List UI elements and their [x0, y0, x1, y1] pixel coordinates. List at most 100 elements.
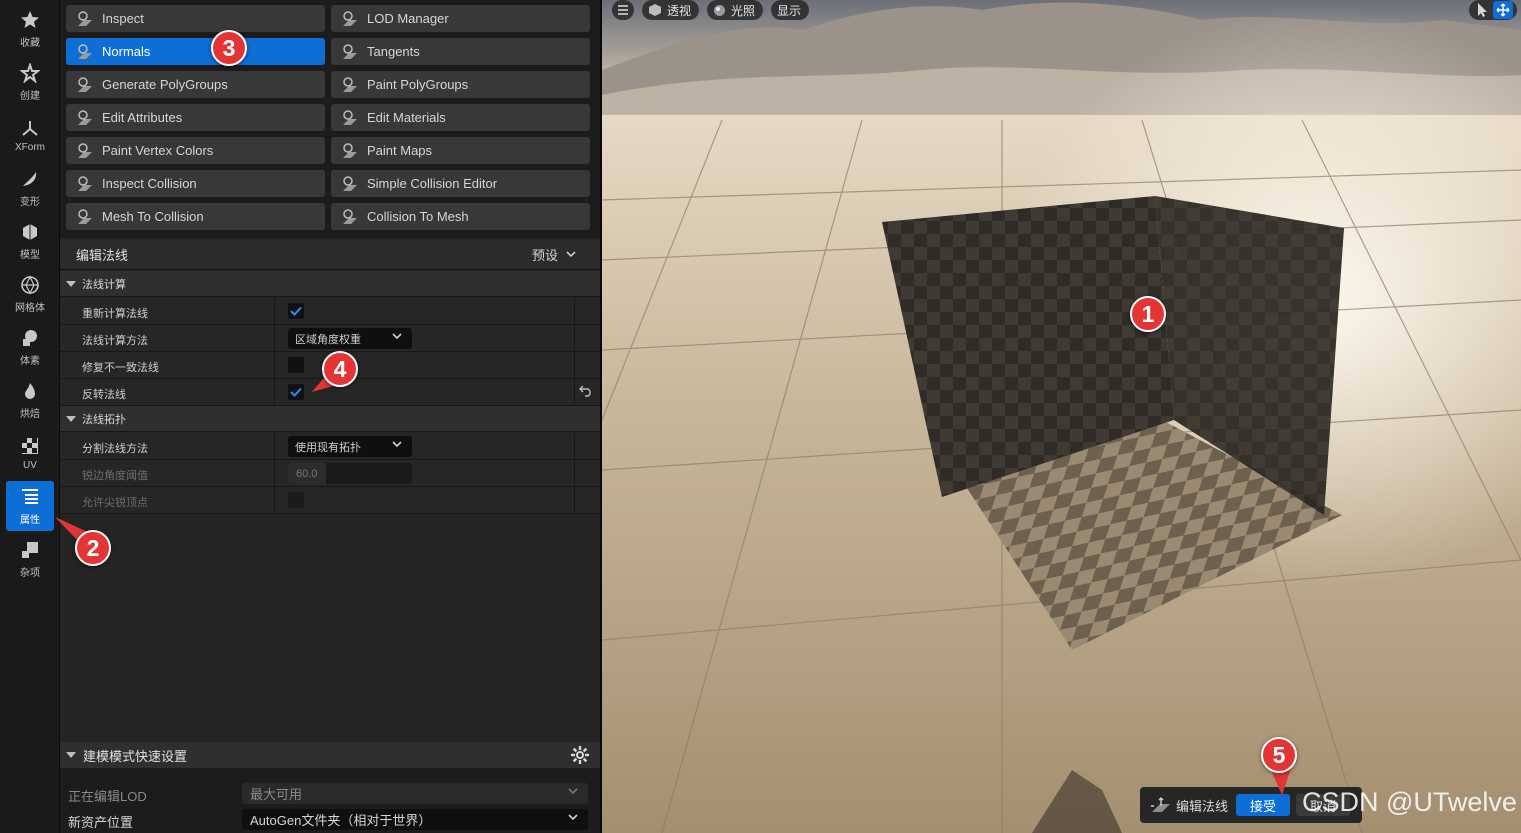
sidebar-item-label: 属性 — [20, 515, 40, 526]
property-label: 反转法线 — [82, 389, 126, 401]
perspective-button[interactable]: 透视 — [642, 0, 700, 20]
sidebar-item-9[interactable]: 属性 — [6, 481, 54, 531]
normal-method-dropdown[interactable]: 区域角度权重 — [288, 328, 412, 349]
sidebar-item-4[interactable]: 模型 — [6, 216, 54, 266]
preset-dropdown[interactable]: 预设 — [532, 245, 576, 264]
tool-label: Simple Collision Editor — [367, 176, 498, 191]
property-label: 正在编辑LOD — [68, 789, 147, 804]
generate-polygroups-icon — [74, 74, 96, 96]
tool-button-3[interactable]: Tangents — [331, 38, 590, 65]
3d-viewport[interactable]: 透视 光照 显示 编辑法线 接受 取消 CSDN @UTwelve — [602, 0, 1521, 833]
tool-label: Inspect — [102, 11, 144, 26]
tool-button-7[interactable]: Edit Materials — [331, 104, 590, 131]
property-label: 允许尖锐顶点 — [82, 497, 148, 509]
tool-label: Mesh To Collision — [102, 209, 204, 224]
section-normal-topology[interactable]: 法线拓扑 — [60, 406, 600, 432]
sidebar-item-label: 创建 — [20, 91, 40, 102]
property-label: 锐边角度阈值 — [82, 470, 148, 482]
viewport-menu-button[interactable] — [612, 0, 634, 20]
tool-label: Paint PolyGroups — [367, 77, 469, 92]
quick-settings-header[interactable]: 建模模式快速设置 — [60, 742, 600, 768]
tool-button-8[interactable]: Paint Vertex Colors — [66, 137, 325, 164]
sidebar-item-label: UV — [23, 460, 37, 471]
lit-mode-button[interactable]: 光照 — [707, 0, 764, 20]
uv-checker-icon — [19, 435, 41, 457]
chevron-down-icon — [392, 333, 402, 340]
tool-button-13[interactable]: Collision To Mesh — [331, 203, 590, 230]
watermark: CSDN @UTwelve — [1302, 787, 1517, 817]
accept-button[interactable]: 接受 — [1236, 794, 1291, 816]
checkmark-icon — [290, 306, 302, 316]
collision-to-mesh-icon — [339, 206, 361, 228]
tool-button-4[interactable]: Generate PolyGroups — [66, 71, 325, 98]
chevron-down-icon — [392, 441, 402, 448]
sidebar-item-6[interactable]: 体素 — [6, 322, 54, 372]
quick-row-asset-location: 新资产位置 AutoGen文件夹（相对于世界） — [60, 807, 600, 833]
hamburger-icon — [618, 5, 628, 15]
tool-button-5[interactable]: Paint PolyGroups — [331, 71, 590, 98]
mesh-to-collision-icon — [74, 206, 96, 228]
voxel-icon — [19, 327, 41, 349]
normals-icon — [74, 41, 96, 63]
reset-to-default-icon[interactable] — [579, 385, 593, 397]
property-row-recompute: 重新计算法线 — [60, 298, 600, 325]
tool-button-2[interactable]: Normals — [66, 38, 325, 65]
inspect-collision-icon — [74, 173, 96, 195]
tool-button-11[interactable]: Simple Collision Editor — [331, 170, 590, 197]
mesh-icon — [19, 274, 41, 296]
select-cursor-icon[interactable] — [1473, 1, 1491, 19]
star-icon — [19, 9, 41, 31]
collapse-arrow-icon — [66, 752, 76, 758]
fix-inconsistent-checkbox[interactable] — [288, 357, 304, 373]
bake-flame-icon — [19, 380, 41, 402]
gear-icon[interactable] — [570, 745, 590, 765]
sidebar-item-5[interactable]: 网格体 — [6, 269, 54, 319]
callout-1: 1 — [1130, 296, 1166, 332]
sidebar-item-10[interactable]: 杂项 — [6, 534, 54, 584]
simple-collision-editor-icon — [339, 173, 361, 195]
sidebar-item-8[interactable]: UV — [6, 428, 54, 478]
editing-lod-dropdown[interactable]: 最大可用 — [242, 783, 588, 804]
tool-label: Generate PolyGroups — [102, 77, 228, 92]
viewport-scene — [602, 0, 1521, 833]
section-title: 法线拓扑 — [82, 413, 126, 426]
sidebar-item-label: XForm — [15, 142, 45, 153]
tool-label: Collision To Mesh — [367, 209, 469, 224]
tool-button-1[interactable]: LOD Manager — [331, 5, 590, 32]
property-row-split-method: 分割法线方法 使用现有拓扑 — [60, 433, 600, 460]
sidebar-item-7[interactable]: 烘焙 — [6, 375, 54, 425]
sidebar-item-3[interactable]: 变形 — [6, 163, 54, 213]
split-method-dropdown[interactable]: 使用现有拓扑 — [288, 436, 412, 457]
category-sidebar: 收藏创建 XForm 变形 模型 网格体 体素烘焙 UV 属性杂项 — [0, 0, 60, 833]
dropdown-value: AutoGen文件夹（相对于世界） — [250, 813, 432, 828]
sharp-edge-angle-input[interactable]: 60.0 — [288, 463, 412, 484]
tool-button-0[interactable]: Inspect — [66, 5, 325, 32]
show-button[interactable]: 显示 — [771, 0, 810, 20]
tangents-icon — [339, 41, 361, 63]
property-label: 法线计算方法 — [82, 335, 148, 347]
section-title: 法线计算 — [82, 278, 126, 291]
checkmark-icon — [290, 387, 302, 397]
tool-button-6[interactable]: Edit Attributes — [66, 104, 325, 131]
paint-vertex-colors-icon — [74, 140, 96, 162]
edit-materials-icon — [339, 107, 361, 129]
sidebar-item-1[interactable]: 创建 — [6, 57, 54, 107]
section-normal-calc[interactable]: 法线计算 — [60, 271, 600, 297]
dropdown-value: 使用现有拓扑 — [295, 441, 361, 454]
allow-sharp-vertices-checkbox[interactable] — [288, 492, 304, 508]
sidebar-item-label: 烘焙 — [20, 409, 40, 420]
invert-normals-checkbox[interactable] — [288, 384, 304, 400]
dropdown-value: 最大可用 — [250, 787, 303, 802]
sidebar-item-0[interactable]: 收藏 — [6, 4, 54, 54]
tool-button-9[interactable]: Paint Maps — [331, 137, 590, 164]
callout-4: 4 — [322, 351, 358, 387]
move-tool-button[interactable] — [1493, 1, 1513, 19]
sidebar-item-2[interactable]: XForm — [6, 110, 54, 160]
tool-button-12[interactable]: Mesh To Collision — [66, 203, 325, 230]
asset-location-dropdown[interactable]: AutoGen文件夹（相对于世界） — [242, 809, 588, 830]
tool-button-10[interactable]: Inspect Collision — [66, 170, 325, 197]
sidebar-item-label: 收藏 — [20, 38, 40, 49]
recompute-normals-checkbox[interactable] — [288, 303, 304, 319]
dropdown-value: 区域角度权重 — [295, 333, 361, 346]
tool-label: LOD Manager — [367, 11, 449, 26]
